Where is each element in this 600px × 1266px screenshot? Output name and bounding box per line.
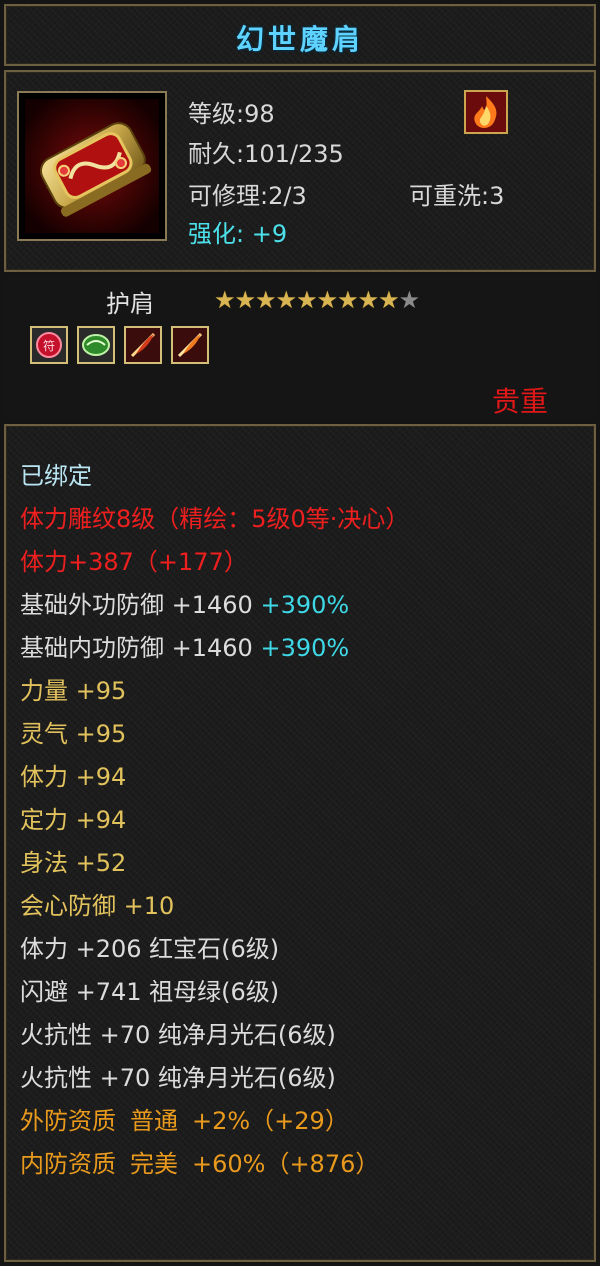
engrave-line: 体力雕纹8级（精绘：5级0等·决心）	[20, 505, 410, 533]
ext-def-line: 基础外功防御 +1460 +390%	[20, 585, 349, 620]
repair-count-label: 可修理:2/3	[188, 182, 307, 210]
ext-quality-value: +2%（+29）	[192, 1107, 349, 1135]
star-rating: ★★★★★★★★★★	[214, 286, 420, 314]
socket-row: 符	[30, 326, 213, 364]
ext-quality-label: 外防资质	[20, 1107, 116, 1135]
feather-gem-icon[interactable]	[124, 326, 163, 364]
stamina-line: 体力 +94	[20, 763, 127, 791]
ext-def-value: 基础外功防御 +1460	[20, 591, 253, 619]
agility-line: 身法 +52	[20, 849, 127, 877]
int-quality-value: +60%（+876）	[192, 1150, 380, 1178]
int-def-percent: +390%	[260, 634, 350, 662]
rarity-label: 贵重	[492, 385, 549, 418]
ext-quality-grade: 普通	[130, 1107, 178, 1135]
attribute-panel: 已绑定 体力雕纹8级（精绘：5级0等·决心） 体力+387（+177） 基础外功…	[4, 424, 596, 1262]
ext-quality-line: 外防资质 普通 +2%（+29）	[20, 1101, 349, 1136]
durability-label: 耐久:101/235	[188, 140, 344, 168]
gem-line-3: 火抗性 +70 纯净月光石(6级)	[20, 1021, 336, 1049]
item-name-title: 幻世魔肩	[235, 23, 364, 56]
int-quality-label: 内防资质	[20, 1150, 116, 1178]
rewash-count-label: 可重洗:3	[409, 182, 505, 210]
emerald-gem-icon[interactable]	[77, 326, 116, 364]
int-quality-line: 内防资质 完美 +60%（+876）	[20, 1144, 379, 1179]
shoulder-armor-icon	[25, 99, 159, 233]
bound-status: 已绑定	[20, 462, 92, 490]
item-type-panel: 护肩 ★★★★★★★★★★ 符 贵重	[4, 276, 596, 418]
item-icon[interactable]	[17, 91, 167, 241]
crit-def-line: 会心防御 +10	[20, 892, 175, 920]
flame-badge-icon	[464, 90, 508, 134]
title-bar: 幻世魔肩	[4, 4, 596, 66]
focus-line: 定力 +94	[20, 806, 127, 834]
enhance-level-label: 强化: +9	[188, 220, 288, 248]
strength-line: 力量 +95	[20, 677, 127, 705]
stamina-main-line: 体力+387（+177）	[20, 548, 248, 576]
int-def-line: 基础内功防御 +1460 +390%	[20, 628, 349, 663]
item-header-panel: 等级:98 耐久:101/235 可修理:2/3 可重洗:3 强化: +9	[4, 70, 596, 272]
ruby-gem-icon[interactable]: 符	[30, 326, 68, 364]
feather-gem-icon[interactable]	[171, 326, 210, 364]
int-quality-grade: 完美	[130, 1150, 178, 1178]
level-label: 等级:98	[188, 100, 275, 128]
svg-text:符: 符	[43, 338, 55, 353]
gem-line-2: 闪避 +741 祖母绿(6级)	[20, 978, 280, 1006]
gem-line-1: 体力 +206 红宝石(6级)	[20, 935, 280, 963]
filled-stars: ★★★★★★★★★	[214, 286, 400, 314]
empty-star: ★	[398, 286, 420, 314]
spirit-line: 灵气 +95	[20, 720, 127, 748]
gem-line-4: 火抗性 +70 纯净月光石(6级)	[20, 1064, 336, 1092]
int-def-value: 基础内功防御 +1460	[20, 634, 253, 662]
item-type-label: 护肩	[106, 290, 154, 318]
ext-def-percent: +390%	[260, 591, 350, 619]
